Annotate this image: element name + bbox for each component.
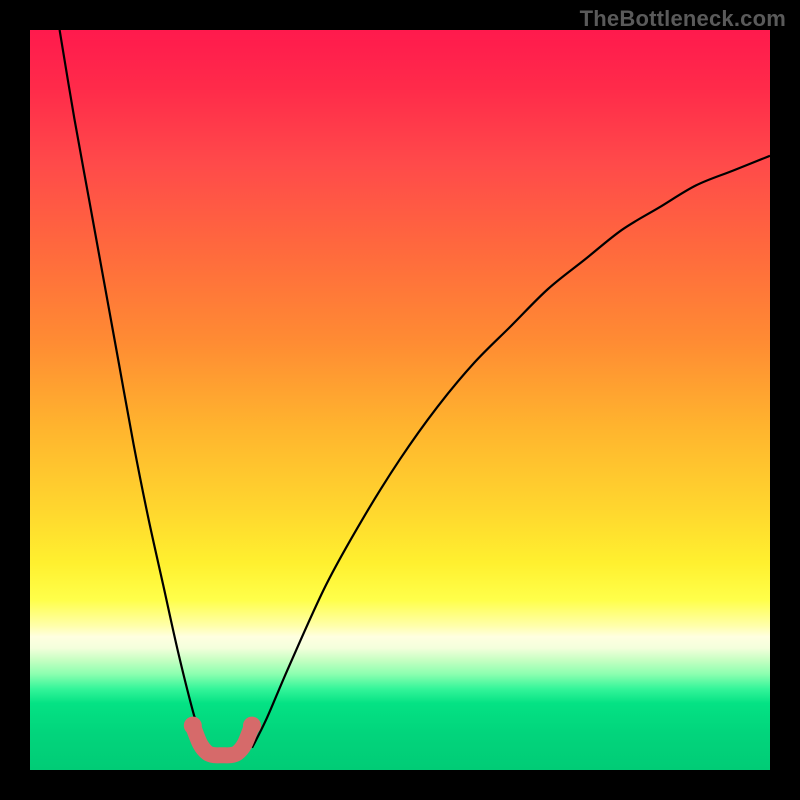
curve-left-branch xyxy=(60,30,204,748)
trough-end-dot xyxy=(243,717,261,735)
watermark-text: TheBottleneck.com xyxy=(580,6,786,32)
trough-highlight xyxy=(193,726,252,756)
trough-end-dot xyxy=(184,717,202,735)
chart-gradient-area xyxy=(30,30,770,770)
curve-right-branch xyxy=(252,156,770,748)
chart-svg xyxy=(30,30,770,770)
trough-end-dots xyxy=(184,717,261,735)
